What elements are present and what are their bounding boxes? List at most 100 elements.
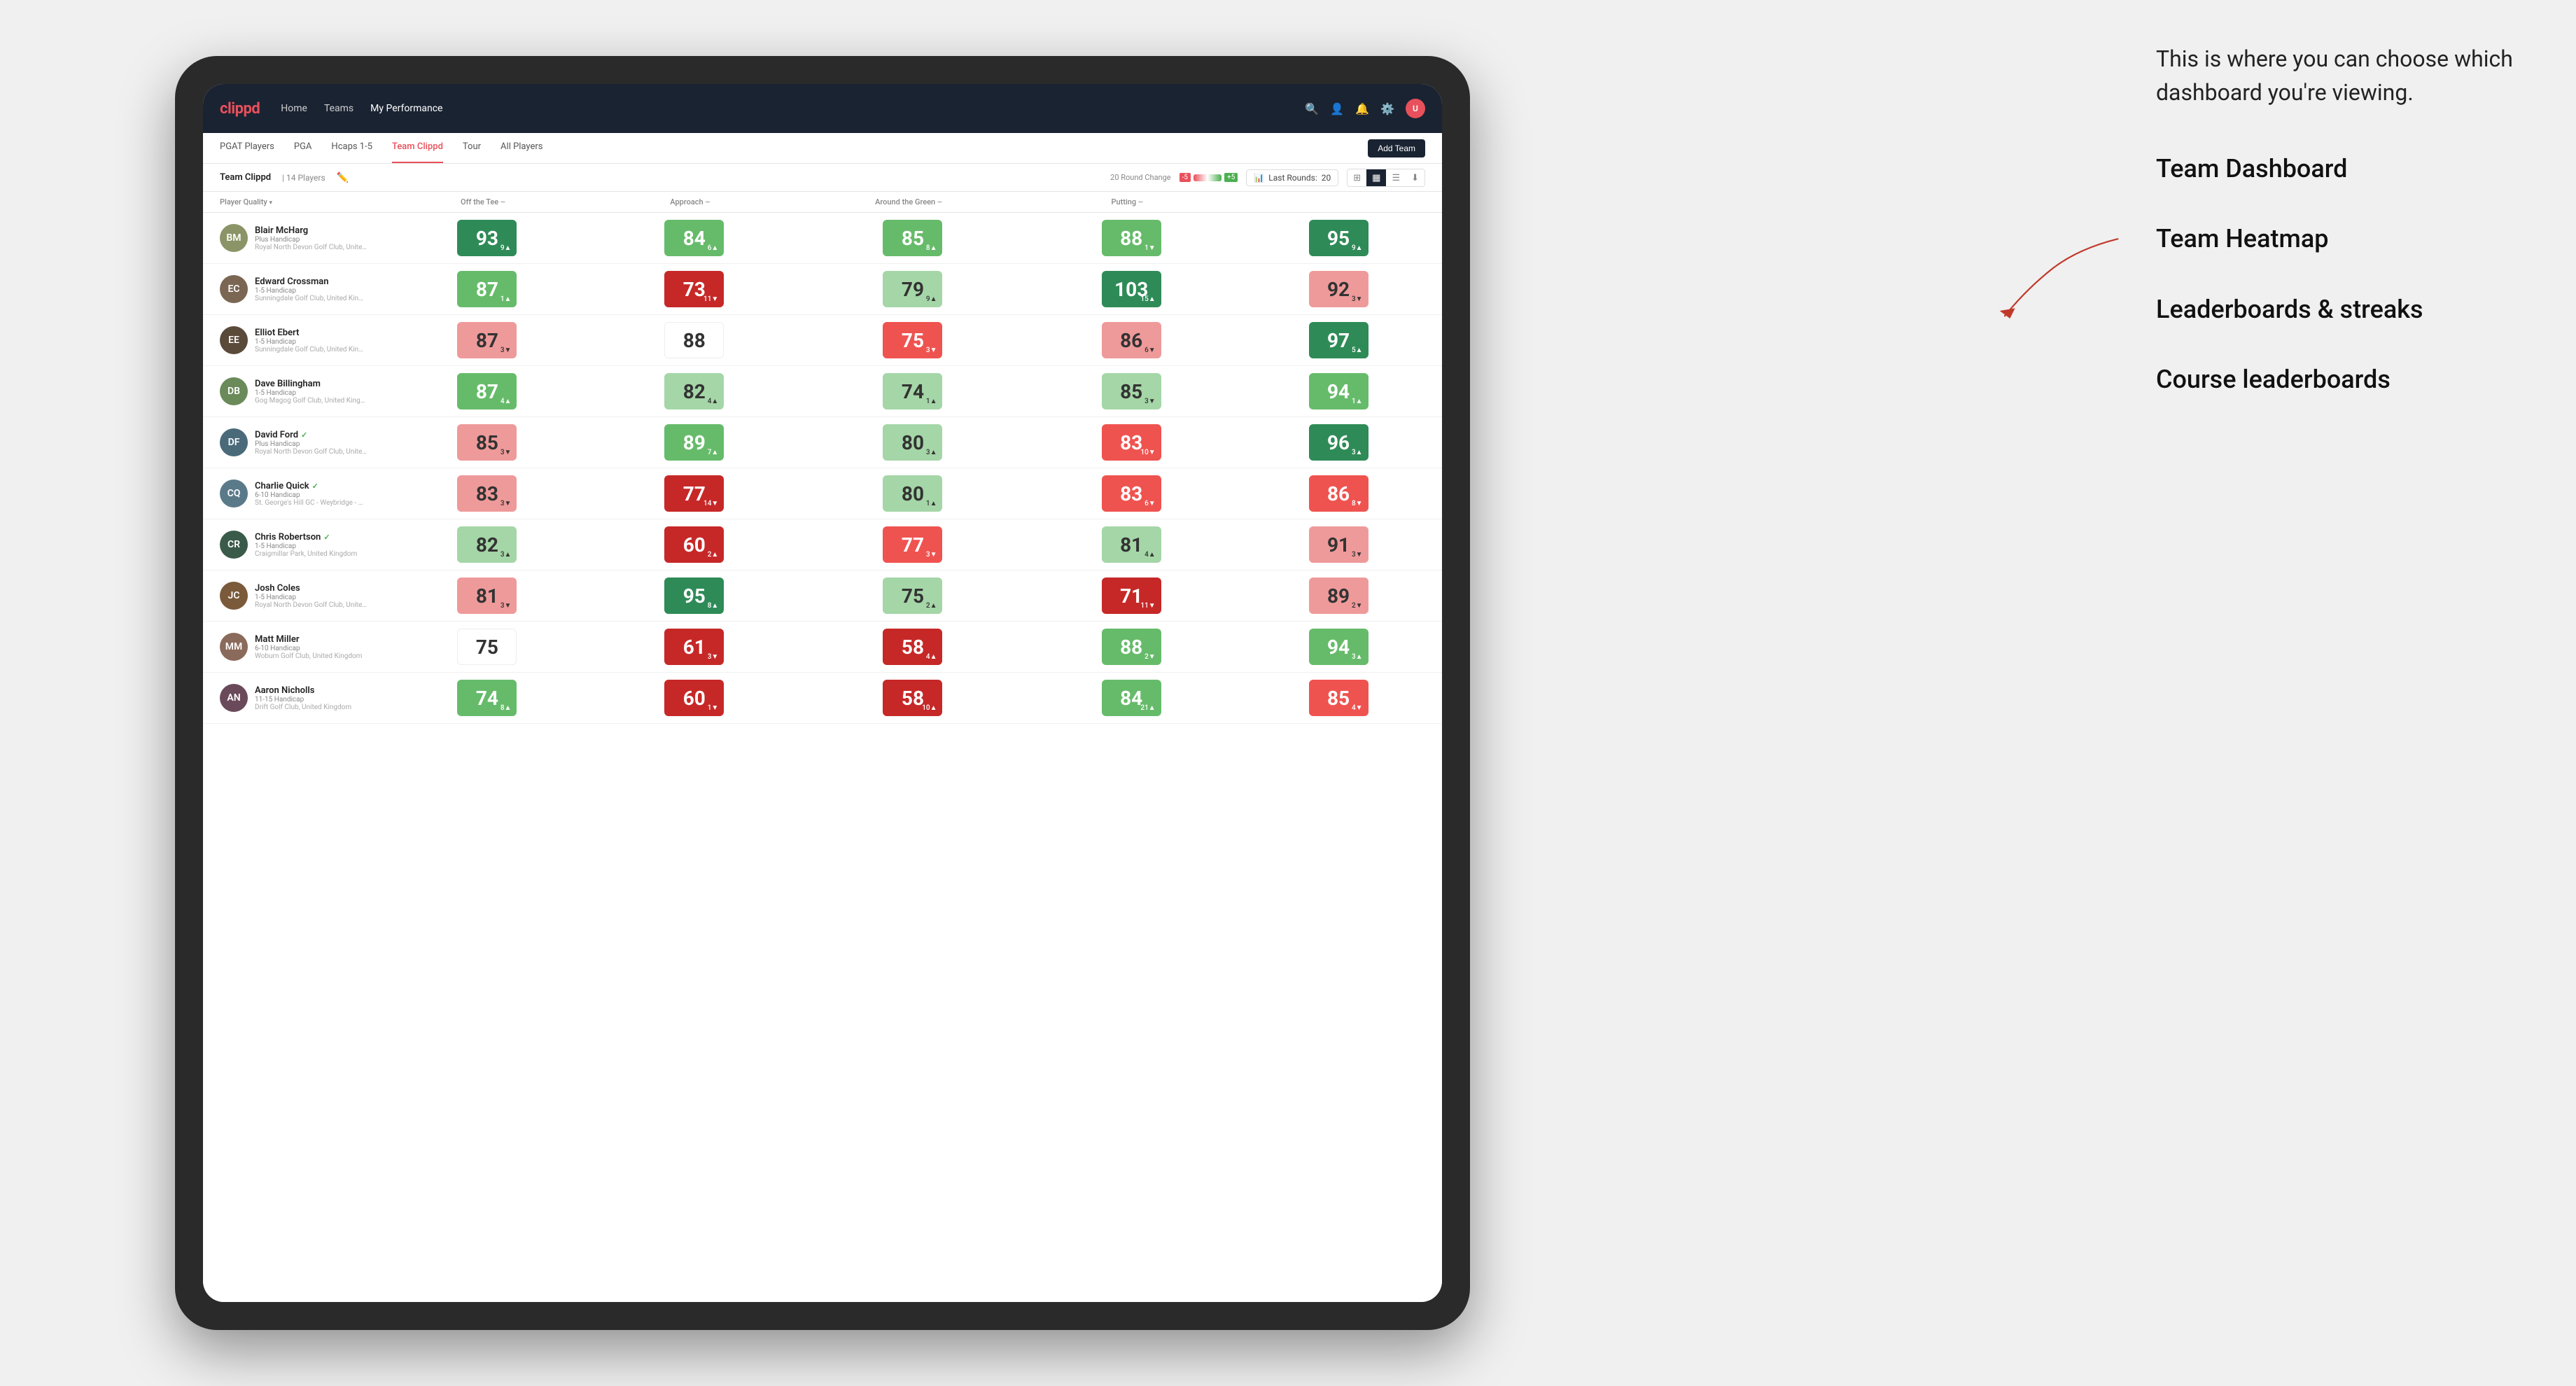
player-name[interactable]: David Ford✓	[255, 430, 367, 440]
score-delta: 3▼	[1144, 398, 1156, 405]
round-change-badges: -5 +5	[1180, 173, 1238, 182]
search-icon[interactable]: 🔍	[1305, 102, 1319, 115]
player-name[interactable]: Elliot Ebert	[255, 328, 367, 338]
tab-tour[interactable]: Tour	[463, 133, 481, 163]
score-value: 77	[902, 533, 924, 556]
score-delta: 8▲	[708, 602, 719, 610]
tab-pga[interactable]: PGA	[294, 133, 312, 163]
score-value: 86	[1327, 482, 1350, 505]
table-row[interactable]: BMBlair McHargPlus HandicapRoyal North D…	[203, 213, 1442, 264]
score-box: 602▲	[664, 526, 724, 563]
score-value: 84	[1120, 687, 1142, 710]
table-row[interactable]: MMMatt Miller6-10 HandicapWoburn Golf Cl…	[203, 622, 1442, 673]
score-box: 823▲	[457, 526, 517, 563]
tab-pgat-players[interactable]: PGAT Players	[220, 133, 274, 163]
settings-icon[interactable]: ⚙️	[1380, 102, 1394, 115]
player-name[interactable]: Chris Robertson✓	[255, 532, 357, 542]
edit-icon[interactable]: ✏️	[337, 172, 349, 183]
player-name[interactable]: Aaron Nicholls	[255, 685, 351, 696]
score-cell: 866▼	[1028, 315, 1235, 366]
nav-teams[interactable]: Teams	[324, 103, 354, 114]
player-cell: DFDavid Ford✓Plus HandicapRoyal North De…	[203, 417, 384, 468]
score-cell: 753▼	[798, 315, 1028, 366]
player-name[interactable]: Matt Miller	[255, 634, 362, 645]
table-row[interactable]: EEElliot Ebert1-5 HandicapSunningdale Go…	[203, 315, 1442, 366]
table-row[interactable]: CRChris Robertson✓1-5 HandicapCraigmilla…	[203, 519, 1442, 570]
score-value: 89	[1327, 584, 1350, 608]
score-value: 74	[902, 380, 924, 403]
table-row[interactable]: JCJosh Coles1-5 HandicapRoyal North Devo…	[203, 570, 1442, 622]
last-rounds-button[interactable]: 📊 Last Rounds: 20	[1246, 169, 1338, 186]
score-box: 866▼	[1102, 322, 1161, 358]
score-cell: 601▼	[591, 673, 798, 724]
score-delta: 3▲	[1352, 449, 1363, 456]
badge-pos: +5	[1224, 173, 1238, 182]
player-avatar: CQ	[220, 479, 248, 507]
score-delta: 21▲	[1140, 704, 1155, 712]
player-name[interactable]: Charlie Quick✓	[255, 481, 367, 491]
user-avatar[interactable]: U	[1406, 99, 1425, 118]
score-cell: 941▲	[1235, 366, 1442, 417]
player-club: Gog Magog Golf Club, United Kingdom	[255, 397, 367, 405]
tab-team-clippd[interactable]: Team Clippd	[392, 133, 443, 163]
score-cell: 958▲	[591, 570, 798, 622]
score-box: 897▲	[664, 424, 724, 461]
score-box: 814▲	[1102, 526, 1161, 563]
player-avatar: CR	[220, 531, 248, 559]
tab-all-players[interactable]: All Players	[500, 133, 542, 163]
player-handicap: 1-5 Handicap	[255, 287, 367, 295]
user-icon[interactable]: 👤	[1330, 102, 1344, 115]
score-box: 836▼	[1102, 475, 1161, 512]
annotation-area: This is where you can choose which dashb…	[2156, 42, 2520, 433]
player-name[interactable]: Blair McHarg	[255, 225, 367, 236]
player-name[interactable]: Dave Billingham	[255, 379, 367, 389]
score-delta: 8▲	[500, 704, 512, 712]
view-list-button[interactable]: ☰	[1386, 169, 1406, 186]
view-download-button[interactable]: ⬇	[1406, 169, 1424, 186]
player-cell: ANAaron Nicholls11-15 HandicapDrift Golf…	[203, 673, 384, 724]
table-row[interactable]: DFDavid Ford✓Plus HandicapRoyal North De…	[203, 417, 1442, 468]
score-cell: 882▼	[1028, 622, 1235, 673]
nav-my-performance[interactable]: My Performance	[370, 103, 442, 114]
annotation-item-4: Course leaderboards	[2156, 362, 2520, 397]
player-avatar: EE	[220, 326, 248, 354]
score-box: 854▼	[1309, 680, 1368, 716]
score-value: 94	[1327, 636, 1350, 659]
tab-hcaps[interactable]: Hcaps 1-5	[331, 133, 372, 163]
table-row[interactable]: ANAaron Nicholls11-15 HandicapDrift Golf…	[203, 673, 1442, 724]
score-delta: 5▲	[1352, 346, 1363, 354]
score-cell: 913▼	[1235, 519, 1442, 570]
score-value: 91	[1327, 533, 1350, 556]
score-value: 75	[902, 584, 924, 608]
add-team-button[interactable]: Add Team	[1368, 139, 1425, 158]
player-cell: EEElliot Ebert1-5 HandicapSunningdale Go…	[203, 315, 384, 366]
score-value: 82	[683, 380, 706, 403]
score-box: 5810▲	[883, 680, 942, 716]
view-grid-button[interactable]: ⊞	[1348, 169, 1366, 186]
score-value: 89	[683, 431, 706, 454]
verified-icon: ✓	[301, 430, 307, 440]
player-handicap: 11-15 Handicap	[255, 696, 351, 704]
score-cell: 897▲	[591, 417, 798, 468]
player-name[interactable]: Edward Crossman	[255, 276, 367, 287]
score-delta: 3▼	[926, 551, 937, 559]
score-delta: 9▲	[926, 295, 937, 303]
score-delta: 3▼	[708, 653, 719, 661]
ipad-screen: clippd Home Teams My Performance 🔍 👤 🔔 ⚙…	[203, 84, 1442, 1302]
score-box: 963▲	[1309, 424, 1368, 461]
view-heatmap-button[interactable]: ▦	[1366, 169, 1386, 186]
table-row[interactable]: ECEdward Crossman1-5 HandicapSunningdale…	[203, 264, 1442, 315]
player-cell: ECEdward Crossman1-5 HandicapSunningdale…	[203, 264, 384, 315]
bell-icon[interactable]: 🔔	[1355, 102, 1369, 115]
navbar-icons: 🔍 👤 🔔 ⚙️ U	[1305, 99, 1425, 118]
table-row[interactable]: DBDave Billingham1-5 HandicapGog Magog G…	[203, 366, 1442, 417]
player-name[interactable]: Josh Coles	[255, 583, 367, 594]
scores-table-area: Player Quality ▾ Off the Tee — Approach …	[203, 192, 1442, 1302]
table-row[interactable]: CQCharlie Quick✓6-10 HandicapSt. George'…	[203, 468, 1442, 519]
nav-home[interactable]: Home	[281, 103, 307, 114]
score-cell: 959▲	[1235, 213, 1442, 264]
player-cell: BMBlair McHargPlus HandicapRoyal North D…	[203, 213, 384, 264]
column-header-row: Player Quality ▾ Off the Tee — Approach …	[203, 192, 1442, 213]
score-cell: 873▼	[384, 315, 591, 366]
score-value: 83	[1120, 431, 1142, 454]
